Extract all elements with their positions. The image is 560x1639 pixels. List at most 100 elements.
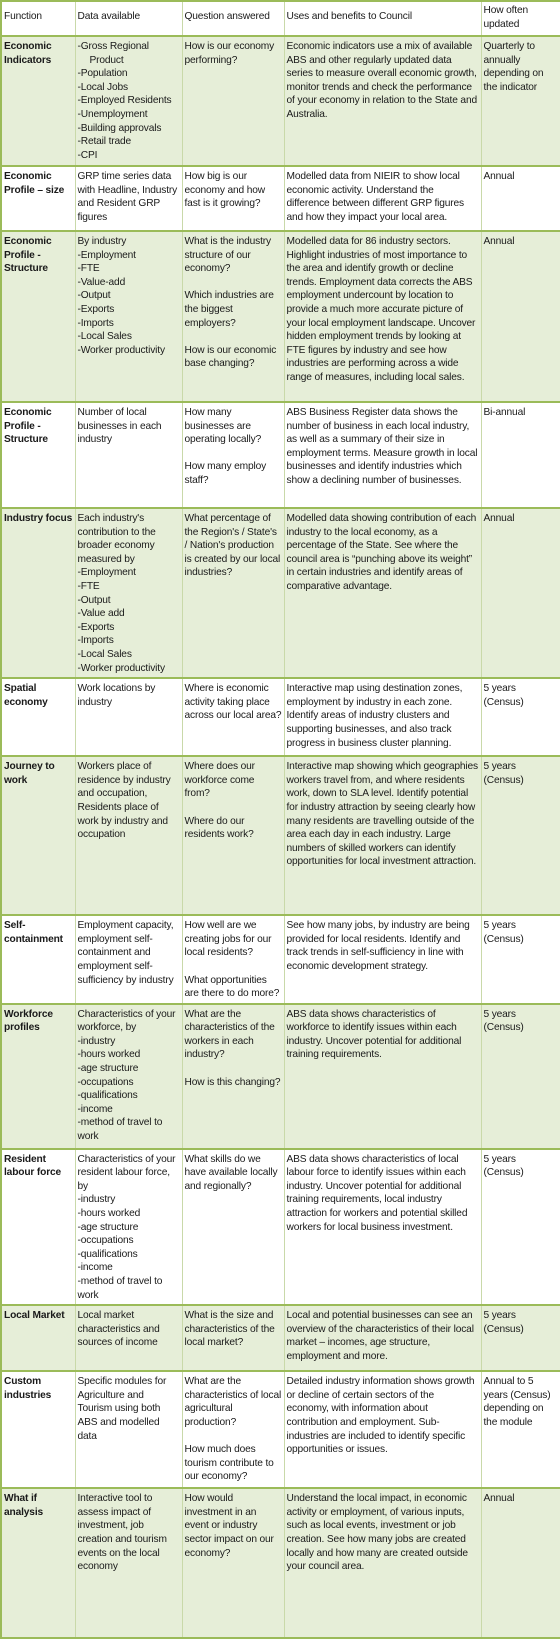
data-available-item: -Output (77, 290, 111, 302)
data-available-cell: Each industry's contribution to the broa… (74, 508, 183, 679)
data-available-item: -Value add (77, 608, 125, 620)
question-cell: How big is our economy and how fast is i… (181, 166, 285, 231)
function-cell: Industry focus (0, 508, 76, 679)
data-available-item: -FTE (77, 263, 100, 275)
data-available-cell: GRP time series data with Headline, Indu… (74, 166, 183, 231)
function-cell: Spatial economy (0, 678, 76, 757)
question-text: What are the characteristics of local ag… (184, 1376, 282, 1428)
question-cell: Where does our workforce come from? Where… (181, 756, 285, 916)
question-cell: What percentage of the Region's / State'… (181, 508, 285, 679)
question-text: What is the industry structure of our ec… (184, 236, 272, 275)
data-available-item: -Exports (77, 621, 115, 633)
data-available-item: -Output (77, 594, 111, 606)
table-row: Economic Profile - Structure Number of lo… (0, 402, 560, 508)
data-available-item: Specific modules for Agriculture and Tou… (77, 1376, 167, 1442)
header-question-answered: Question answered (181, 1, 285, 36)
data-available-item: -hours worked (77, 1208, 141, 1220)
table-row: Spatial economy Work locations by industr… (0, 678, 560, 757)
update-frequency-cell: 5 years (Census) (480, 756, 560, 916)
question-text: How is our economic base changing? (184, 344, 277, 370)
table-row: Economic Indicators -Gross Regional Produc… (0, 36, 560, 166)
data-available-cell: Employment capacity, employment self-con… (74, 915, 183, 1004)
data-available-item: Characteristics of your resident labour … (77, 1153, 176, 1192)
data-available-item: -Employed Residents (77, 95, 172, 107)
update-frequency-cell: 5 years (Census) (480, 1305, 560, 1372)
question-text: How big is our economy and how fast is i… (184, 171, 266, 210)
function-cell: Economic Profile – size (0, 166, 76, 231)
data-available-item: -qualifications (77, 1248, 138, 1260)
update-frequency-cell: Quarterly to annually depending on the i… (480, 36, 560, 166)
data-available-item: -method of travel to work (77, 1276, 163, 1301)
data-available-item: -Value-add (77, 276, 126, 288)
uses-benefits-cell: ABS data shows characteristics of workfo… (283, 1003, 482, 1149)
function-cell: Journey to work (0, 756, 76, 916)
question-cell: What skills do we have available locally… (181, 1148, 285, 1306)
data-available-item: Local market characteristics and sources… (77, 1310, 160, 1349)
function-cell: Self-containment (0, 915, 76, 1004)
question-text: Where do our residents work? (184, 815, 254, 841)
question-text: Where is economic activity taking place … (184, 683, 282, 722)
table-row: Industry focus Each industry's contributi… (0, 508, 560, 679)
uses-benefits-cell: Economic indicators use a mix of availab… (283, 36, 482, 166)
function-cell: What if analysis (0, 1488, 76, 1639)
data-available-item: Work locations by industry (77, 683, 156, 708)
function-cell: Economic Indicators (0, 36, 76, 166)
uses-benefits-cell: Interactive map showing which geographie… (283, 756, 482, 916)
data-available-item: -qualifications (77, 1090, 138, 1102)
question-text: How well are we creating jobs for our lo… (184, 920, 272, 959)
table-row: Economic Profile - Structure By industry -… (0, 231, 560, 402)
table-header-row: Function Data available Question answere… (0, 1, 560, 36)
uses-benefits-cell: Detailed industry information shows grow… (283, 1371, 482, 1489)
question-text: What opportunities are there to do more? (184, 974, 280, 1000)
header-update-frequency: How often updated (480, 1, 560, 36)
question-text: How is this changing? (184, 1076, 281, 1088)
data-available-cell: Workers place of residence by industry a… (74, 756, 183, 916)
data-available-item: -income (77, 1262, 113, 1274)
table-row: What if analysis Interactive tool to asse… (0, 1488, 560, 1639)
question-cell: What is the industry structure of our ec… (181, 231, 285, 402)
uses-benefits-cell: Modelled data showing contribution of ea… (283, 508, 482, 679)
data-available-cell: Local market characteristics and sources… (74, 1305, 183, 1372)
question-cell: What are the characteristics of the work… (181, 1003, 285, 1149)
data-available-item: -age structure (77, 1063, 139, 1075)
table-row: Local Market Local market characteristics… (0, 1305, 560, 1372)
header-function: Function (0, 1, 76, 36)
update-frequency-cell: Annual (480, 508, 560, 679)
data-available-item: -Local Sales (77, 648, 132, 660)
data-available-cell: By industry -Employment -FTE -Value-add -Out… (74, 231, 183, 402)
header-uses-benefits: Uses and benefits to Council (283, 1, 482, 36)
uses-benefits-cell: Modelled data from NIEIR to show local e… (283, 166, 482, 231)
function-cell: Economic Profile - Structure (0, 402, 76, 508)
data-available-item: -Imports (77, 317, 114, 329)
data-available-item: -Retail trade (77, 136, 132, 148)
data-available-item: GRP time series data with Headline, Indu… (77, 171, 178, 223)
data-available-item: -CPI (77, 149, 98, 161)
question-text: What skills do we have available locally… (184, 1153, 278, 1192)
update-frequency-cell: 5 years (Census) (480, 915, 560, 1004)
data-available-item: -Population (77, 68, 128, 80)
table-row: Custom industries Specific modules for Ag… (0, 1371, 560, 1489)
data-available-item: -age structure (77, 1221, 139, 1233)
question-text: What is the size and characteristics of … (184, 1310, 275, 1349)
data-available-item: Employment capacity, employment self-con… (77, 920, 174, 986)
function-cell: Economic Profile - Structure (0, 231, 76, 402)
data-available-cell: -Gross Regional Product -Population -Local … (74, 36, 183, 166)
data-available-cell: Interactive tool to assess impact of inv… (74, 1488, 183, 1639)
data-available-item: Each industry's contribution to the broa… (77, 513, 156, 565)
question-text: How many businesses are operating locall… (184, 407, 262, 446)
data-available-item: -industry (77, 1035, 116, 1047)
data-available-item: -Worker productivity (77, 344, 166, 356)
question-cell: How well are we creating jobs for our lo… (181, 915, 285, 1004)
data-available-item: -Exports (77, 303, 115, 315)
function-cell: Custom industries (0, 1371, 76, 1489)
uses-benefits-cell: Interactive map using destination zones,… (283, 678, 482, 757)
question-cell: How many businesses are operating locall… (181, 402, 285, 508)
question-cell: What is the size and characteristics of … (181, 1305, 285, 1372)
data-available-cell: Work locations by industry (74, 678, 183, 757)
data-available-cell: Characteristics of your workforce, by -in… (74, 1003, 183, 1149)
header-data-available: Data available (74, 1, 183, 36)
update-frequency-cell: 5 years (Census) (480, 1003, 560, 1149)
